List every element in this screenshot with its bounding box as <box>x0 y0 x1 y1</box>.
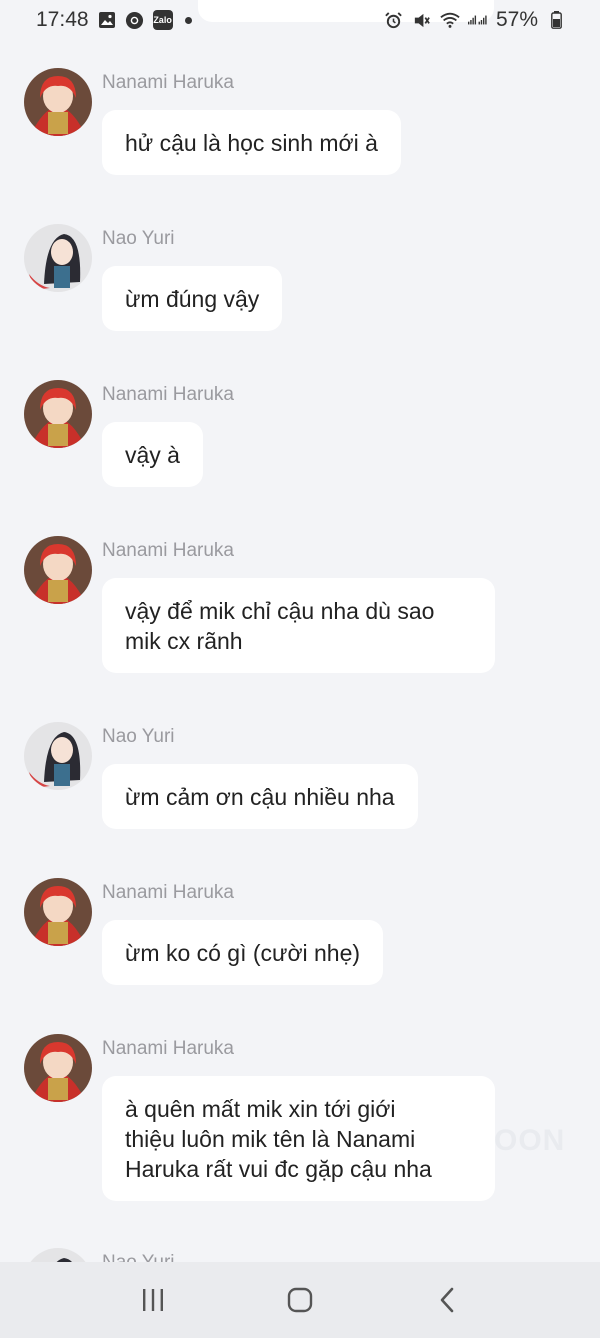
sender-name: Nanami Haruka <box>102 72 234 93</box>
sender-name: Nanami Haruka <box>102 882 234 903</box>
recents-icon[interactable] <box>133 1280 173 1320</box>
chat-list[interactable]: Nanami Haruka hử cậu là học sinh mới à N… <box>0 0 600 1262</box>
navigation-bar <box>0 1262 600 1338</box>
avatar[interactable] <box>24 536 92 604</box>
chat-message: Nanami Haruka vậy à <box>24 380 584 495</box>
message-bubble[interactable]: à quên mất mik xin tới giới thiệu luôn m… <box>102 1076 495 1201</box>
sender-name: Nanami Haruka <box>102 1038 234 1059</box>
avatar[interactable] <box>24 68 92 136</box>
avatar[interactable] <box>24 1034 92 1102</box>
chat-message: Nao Yuri ừm đúng vậy <box>24 224 584 339</box>
sender-name: Nanami Haruka <box>102 540 234 561</box>
message-bubble[interactable]: ừm ko có gì (cười nhẹ) <box>102 920 384 985</box>
back-icon[interactable] <box>427 1280 467 1320</box>
avatar[interactable] <box>24 722 92 790</box>
message-bubble[interactable]: ừm đúng vậy <box>102 266 283 331</box>
avatar[interactable] <box>24 224 92 292</box>
sender-name: Nao Yuri <box>102 726 175 747</box>
message-bubble[interactable]: hử cậu là học sinh mới à <box>102 110 401 175</box>
message-bubble[interactable]: vậy để mik chỉ cậu nha dù sao mik cx rãn… <box>102 578 495 673</box>
sender-name: Nao Yuri <box>102 228 175 249</box>
sender-name: Nanami Haruka <box>102 384 234 405</box>
chat-message: Nanami Haruka vậy để mik chỉ cậu nha dù … <box>24 536 584 681</box>
chat-message: Nao Yuri ừm cảm ơn cậu nhiều nha <box>24 722 584 837</box>
chat-message: Nanami Haruka hử cậu là học sinh mới à <box>24 68 584 183</box>
chat-message: Nanami Haruka à quên mất mik xin tới giớ… <box>24 1034 584 1209</box>
message-bubble[interactable]: vậy à <box>102 422 203 487</box>
avatar[interactable] <box>24 878 92 946</box>
avatar[interactable] <box>24 1248 92 1262</box>
message-bubble[interactable]: ừm cảm ơn cậu nhiều nha <box>102 764 418 829</box>
chat-message: Nanami Haruka ừm ko có gì (cười nhẹ) <box>24 878 584 993</box>
watermark: OON <box>494 1124 566 1157</box>
avatar[interactable] <box>24 380 92 448</box>
chat-message: Nao Yuri <box>24 1248 584 1262</box>
sender-name: Nao Yuri <box>102 1252 175 1262</box>
home-icon[interactable] <box>280 1280 320 1320</box>
